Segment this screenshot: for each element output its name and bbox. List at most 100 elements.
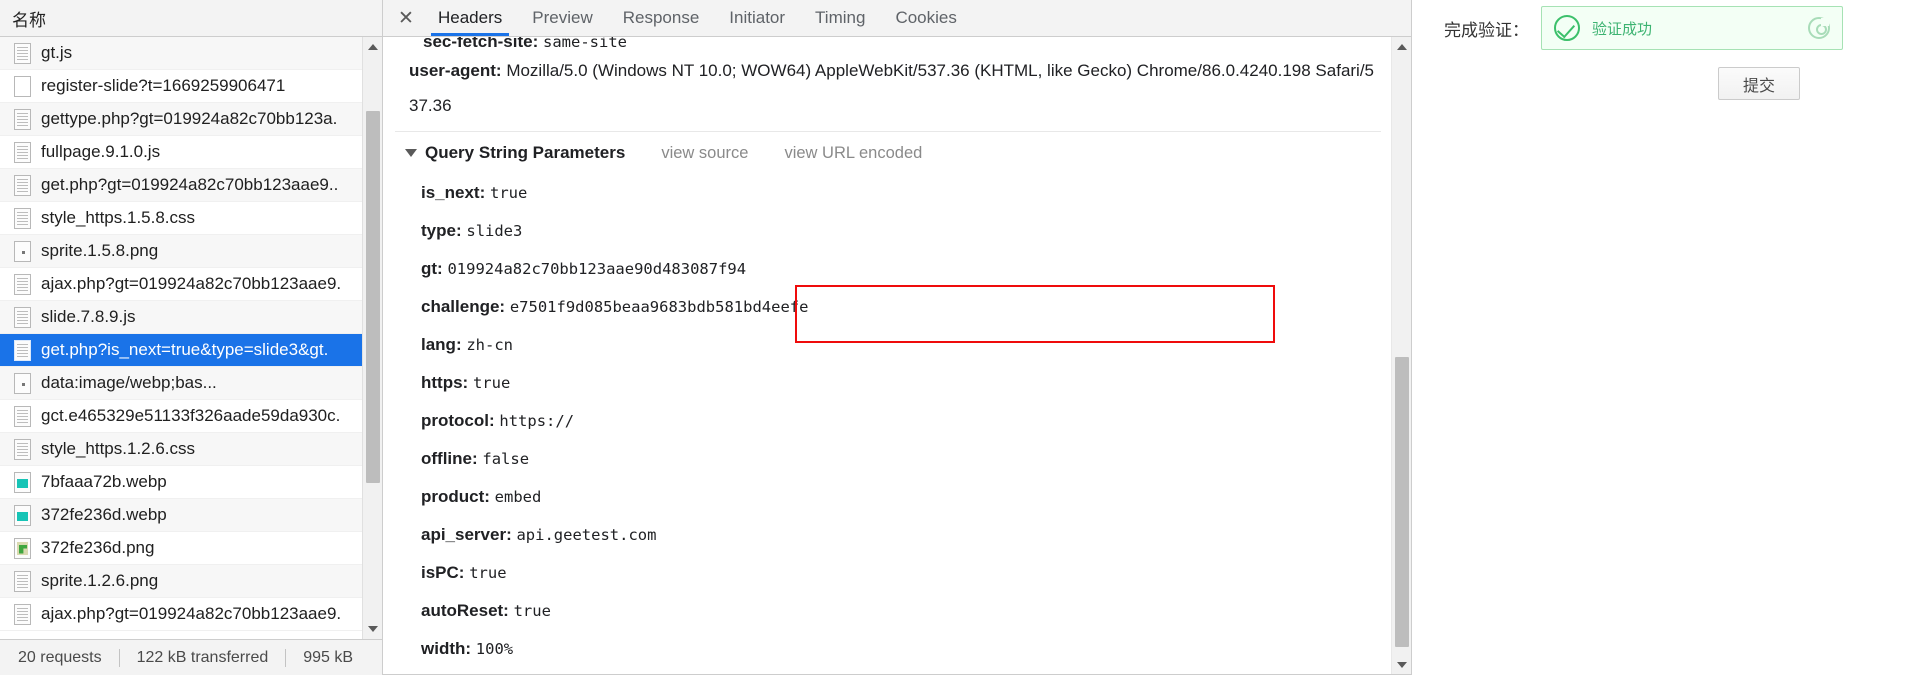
query-parameter-row: offline: false [395, 440, 1381, 478]
query-parameter-key: offline: [421, 449, 478, 468]
request-row-label: ajax.php?gt=019924a82c70bb123aae9. [41, 604, 342, 623]
request-row[interactable]: 372fe236d.webp [0, 499, 382, 532]
scroll-up-arrow-icon[interactable] [363, 37, 382, 57]
query-parameter-key: https: [421, 373, 469, 392]
request-row-label: fullpage.9.1.0.js [41, 142, 161, 161]
query-parameter-value: e7501f9d085beaa9683bdb581bd4eefe [509, 298, 809, 316]
query-parameter-row: type: slide3 [395, 212, 1381, 250]
scroll-down-arrow-icon[interactable] [363, 619, 382, 639]
query-parameter-row: product: embed [395, 478, 1381, 516]
request-row[interactable]: fullpage.9.1.0.js [0, 136, 382, 169]
request-row[interactable]: sprite.1.2.6.png [0, 565, 382, 598]
request-row[interactable]: style_https.1.5.8.css [0, 202, 382, 235]
sec-fetch-site-value: same-site [543, 37, 627, 51]
close-icon[interactable]: ✕ [389, 0, 423, 36]
request-row[interactable]: ajax.php?gt=019924a82c70bb123aae9. [0, 268, 382, 301]
network-request-pane: 名称 gt.js register-slide?t=1669259906471 ge… [0, 0, 383, 675]
query-parameter-value: true [469, 564, 507, 582]
request-row[interactable]: data:image/webp;bas... [0, 367, 382, 400]
image-file-icon [14, 570, 31, 592]
script-file-icon [14, 174, 31, 196]
detail-scroll-up-arrow-icon[interactable] [1392, 37, 1411, 57]
query-parameter-row: protocol: https:// [395, 402, 1381, 440]
status-divider [285, 648, 287, 667]
query-parameter-key: protocol: [421, 411, 495, 430]
query-parameter-value: true [472, 374, 511, 392]
script-file-icon [14, 273, 31, 295]
request-row-label: style_https.1.2.6.css [41, 439, 196, 458]
submit-button[interactable]: 提交 [1718, 67, 1800, 100]
verification-label: 完成验证： [1444, 20, 1529, 41]
request-row[interactable]: gt.js [0, 37, 382, 70]
request-row[interactable]: register-slide?t=1669259906471 [0, 70, 382, 103]
user-agent-value: Mozilla/5.0 (Windows NT 10.0; WOW64) App… [409, 61, 1375, 115]
view-source-link[interactable]: view source [661, 144, 748, 163]
query-parameter-row: challenge: e7501f9d085beaa9683bdb581bd4e… [395, 288, 1381, 326]
request-row-label: slide.7.8.9.js [41, 307, 136, 326]
resources-size-label: 995 kB [303, 648, 354, 666]
query-string-parameters-title: Query String Parameters [425, 143, 626, 162]
request-row-label: gettype.php?gt=019924a82c70bb123a. [41, 109, 338, 128]
request-row-label: 372fe236d.webp [41, 505, 167, 524]
request-row[interactable]: 372fe236d.png [0, 532, 382, 565]
geetest-captcha-success-box[interactable]: 验证成功 [1541, 6, 1843, 50]
request-list[interactable]: gt.js register-slide?t=1669259906471 getty… [0, 37, 382, 639]
request-row-label: gt.js [41, 43, 73, 62]
status-divider [118, 648, 120, 667]
query-string-parameters-section-header[interactable]: Query String Parameters view source view… [395, 132, 1381, 174]
request-list-column-header[interactable]: 名称 [0, 0, 382, 37]
request-row[interactable]: slide.7.8.9.js [0, 301, 382, 334]
column-header-name-label: 名称 [12, 10, 46, 31]
request-row-label: get.php?is_next=true&type=slide3&gt. [41, 340, 329, 359]
query-parameter-row: gt: 019924a82c70bb123aae90d483087f94 [395, 250, 1381, 288]
request-row[interactable]: sprite.1.5.8.png [0, 235, 382, 268]
tab-initiator[interactable]: Initiator [714, 0, 800, 36]
query-parameter-key: gt: [421, 259, 443, 278]
detail-scrollbar-thumb[interactable] [1395, 357, 1409, 647]
headers-scroll-area[interactable]: sec-fetch-site: same-site user-agent: Mo… [383, 37, 1411, 675]
tab-headers[interactable]: Headers [423, 0, 517, 36]
request-list-scrollbar[interactable] [362, 37, 382, 639]
request-row-label: data:image/webp;bas... [41, 373, 217, 392]
detail-scroll-down-arrow-icon[interactable] [1392, 655, 1411, 675]
image-file-icon [14, 537, 31, 559]
query-parameter-key: autoReset: [421, 601, 509, 620]
query-parameter-value: zh-cn [466, 336, 514, 354]
script-file-icon [14, 108, 31, 130]
request-row[interactable]: get.php?is_next=true&type=slide3&gt. [0, 334, 382, 367]
chevron-down-icon[interactable] [405, 149, 417, 157]
transferred-size-label: 122 kB transferred [136, 648, 269, 666]
view-url-encoded-link[interactable]: view URL encoded [784, 144, 922, 163]
geetest-refresh-icon[interactable] [1808, 17, 1830, 39]
query-parameter-value: slide3 [466, 222, 523, 240]
query-parameter-value: 100% [475, 640, 514, 658]
image-file-icon [14, 471, 31, 493]
request-row[interactable]: ajax.php?gt=019924a82c70bb123aae9. [0, 598, 382, 631]
query-parameter-list: is_next: true type: slide3 gt: 019924a82c7… [395, 174, 1381, 675]
query-parameter-value: true [489, 184, 528, 202]
stylesheet-file-icon [14, 438, 31, 460]
script-file-icon [14, 42, 31, 64]
query-parameter-value: true [513, 602, 551, 620]
request-row[interactable]: 7bfaaa72b.webp [0, 466, 382, 499]
request-row-label: register-slide?t=1669259906471 [41, 76, 286, 95]
user-agent-header-row: user-agent: Mozilla/5.0 (Windows NT 10.0… [395, 53, 1381, 123]
verification-row: 完成验证： 验证成功 [1444, 6, 1843, 50]
request-row[interactable]: get.php?gt=019924a82c70bb123aae9.. [0, 169, 382, 202]
tab-preview[interactable]: Preview [517, 0, 607, 36]
detail-scrollbar[interactable] [1391, 37, 1411, 675]
request-row[interactable]: style_https.1.2.6.css [0, 433, 382, 466]
captcha-status-text: 验证成功 [1592, 19, 1653, 38]
request-row[interactable]: gct.e465329e51133f326aade59da930c. [0, 400, 382, 433]
tab-response[interactable]: Response [608, 0, 715, 36]
script-file-icon [14, 405, 31, 427]
query-parameter-row: api_server: api.geetest.com [395, 516, 1381, 554]
image-file-icon [14, 372, 31, 394]
tab-timing[interactable]: Timing [800, 0, 880, 36]
tab-cookies[interactable]: Cookies [880, 0, 971, 36]
request-row-label: sprite.1.2.6.png [41, 571, 159, 590]
request-row-label: style_https.1.5.8.css [41, 208, 196, 227]
request-list-scrollbar-thumb[interactable] [366, 111, 380, 483]
query-parameter-key: api_server: [421, 525, 512, 544]
request-row[interactable]: gettype.php?gt=019924a82c70bb123a. [0, 103, 382, 136]
